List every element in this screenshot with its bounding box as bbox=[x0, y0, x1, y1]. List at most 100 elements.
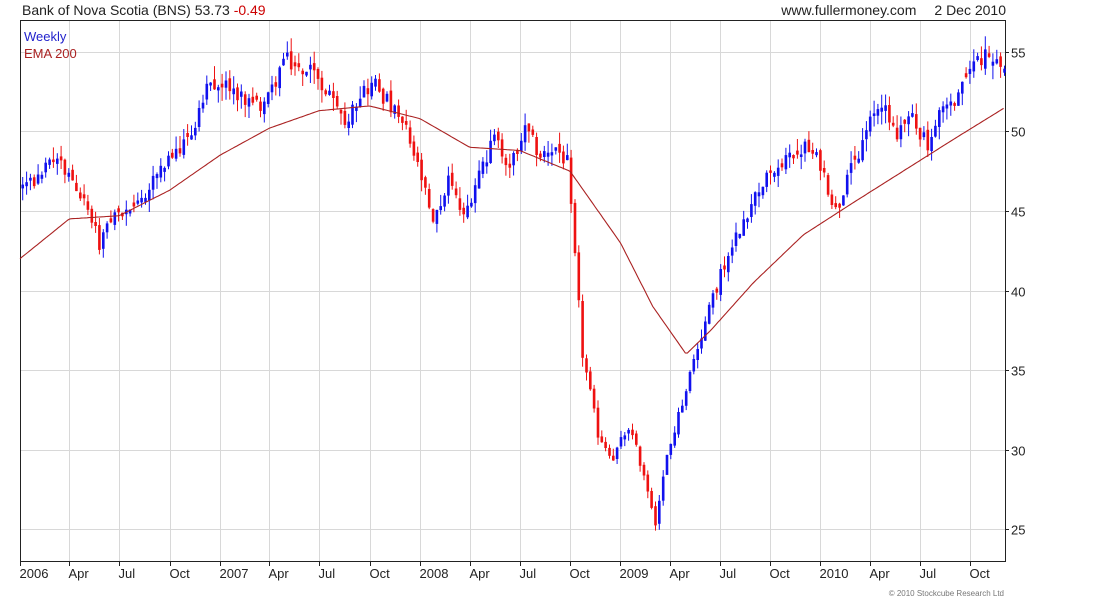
x-tick-label: Apr bbox=[69, 566, 90, 581]
candle bbox=[891, 116, 895, 128]
candle-body bbox=[727, 256, 730, 273]
candle-body bbox=[220, 83, 224, 88]
candle bbox=[174, 136, 178, 162]
candle bbox=[44, 157, 47, 178]
candle-body bbox=[757, 192, 761, 197]
candle bbox=[803, 138, 807, 162]
candle bbox=[416, 146, 419, 167]
candle bbox=[263, 97, 266, 123]
candle bbox=[784, 147, 788, 174]
candle bbox=[604, 437, 607, 452]
candle bbox=[608, 444, 611, 459]
candle bbox=[355, 103, 358, 123]
candle bbox=[934, 119, 937, 138]
candle bbox=[853, 146, 857, 170]
candle-body bbox=[531, 129, 535, 135]
candle bbox=[723, 256, 726, 278]
candle bbox=[585, 354, 588, 381]
candle bbox=[190, 125, 193, 140]
candle-body bbox=[105, 223, 109, 233]
candle-body bbox=[29, 177, 32, 181]
candle bbox=[232, 76, 235, 105]
candle bbox=[600, 430, 604, 443]
candle-body bbox=[25, 182, 28, 187]
candle bbox=[282, 52, 285, 66]
candle bbox=[75, 174, 78, 192]
candle-body bbox=[458, 198, 462, 210]
candle-body bbox=[320, 77, 324, 91]
candle-body bbox=[171, 152, 174, 158]
candle-body bbox=[792, 155, 795, 159]
candle-body bbox=[412, 141, 416, 156]
candle bbox=[243, 91, 247, 118]
candle bbox=[32, 174, 36, 189]
candle-body bbox=[312, 63, 316, 71]
candle bbox=[581, 294, 584, 367]
candle-body bbox=[358, 98, 362, 107]
candle bbox=[964, 67, 968, 79]
candle-body bbox=[497, 131, 500, 141]
candle bbox=[562, 145, 565, 170]
candle bbox=[247, 93, 251, 118]
candle bbox=[466, 194, 469, 220]
candle bbox=[903, 119, 906, 133]
candle-body bbox=[163, 167, 166, 172]
candle bbox=[297, 53, 301, 72]
candle bbox=[178, 136, 182, 157]
candle-body bbox=[427, 189, 431, 208]
candle-body bbox=[213, 79, 216, 90]
candle-body bbox=[918, 127, 922, 140]
price-chart: 25 30 35 40 45 50 55 2006 Apr Jul Oct 2007 Apr Jul Oc… bbox=[20, 20, 1025, 598]
candle bbox=[450, 163, 454, 190]
candle-body bbox=[148, 189, 151, 201]
candle-body bbox=[381, 88, 385, 104]
candle bbox=[961, 81, 964, 106]
candle bbox=[704, 316, 707, 341]
candle bbox=[899, 116, 903, 148]
candle bbox=[224, 71, 228, 100]
candle-body bbox=[612, 455, 615, 461]
candle bbox=[251, 87, 255, 106]
candle-body bbox=[834, 203, 837, 208]
y-axis: 25 30 35 40 45 50 55 bbox=[1005, 46, 1025, 538]
candle bbox=[815, 148, 818, 158]
x-axis: 2006 Apr Jul Oct 2007 Apr Jul Oct 2008 Apr Jul Oct 2… bbox=[20, 561, 990, 581]
candle-body bbox=[113, 212, 117, 225]
candle bbox=[922, 126, 926, 141]
candle-body bbox=[819, 150, 822, 171]
candle bbox=[132, 194, 136, 213]
candle-body bbox=[650, 491, 653, 508]
candle bbox=[868, 110, 872, 137]
candle bbox=[615, 446, 619, 464]
candle bbox=[700, 329, 703, 354]
candle-body bbox=[155, 174, 159, 179]
candle-body bbox=[899, 125, 903, 140]
candle-body bbox=[543, 151, 546, 157]
candle-body bbox=[182, 139, 186, 155]
candle-body bbox=[274, 82, 278, 87]
candle-body bbox=[842, 195, 845, 206]
candle-body bbox=[976, 56, 979, 60]
candle bbox=[512, 151, 515, 176]
x-tick-label: Jul bbox=[119, 566, 136, 581]
candle-body bbox=[32, 177, 36, 187]
candle-body bbox=[439, 206, 442, 211]
candle-body bbox=[619, 437, 623, 447]
candle-body bbox=[811, 150, 814, 154]
candle bbox=[171, 148, 174, 159]
candle bbox=[94, 211, 97, 233]
candle bbox=[473, 178, 477, 213]
candle-body bbox=[485, 162, 489, 167]
candle-body bbox=[397, 105, 400, 117]
candle-body bbox=[477, 170, 481, 189]
candle bbox=[504, 153, 508, 176]
candle-body bbox=[592, 388, 596, 409]
candle-body bbox=[546, 152, 550, 157]
candle-body bbox=[56, 158, 59, 164]
candle bbox=[489, 129, 492, 164]
candle bbox=[29, 173, 32, 191]
candle bbox=[163, 166, 166, 182]
candle bbox=[991, 53, 995, 80]
candle bbox=[289, 38, 293, 76]
candle-body bbox=[941, 106, 945, 113]
